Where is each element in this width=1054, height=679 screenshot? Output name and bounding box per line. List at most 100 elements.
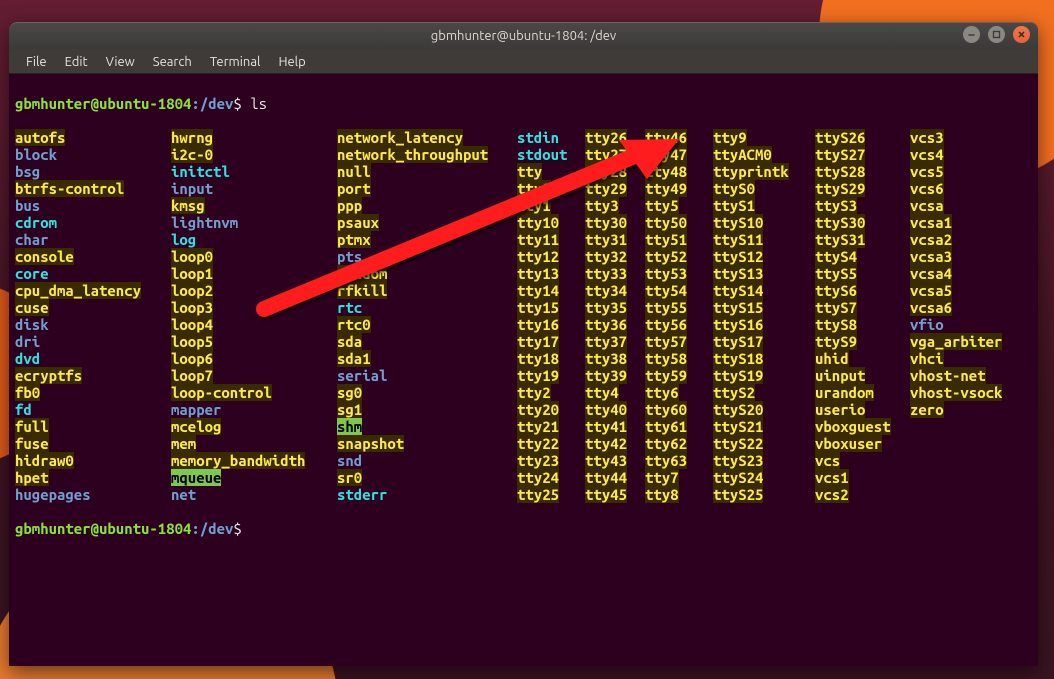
ls-entry: tty13 (517, 265, 585, 282)
ls-entry: tty30 (585, 214, 645, 231)
ls-row: hugepagesnetstderrtty25tty45tty8ttyS25vc… (15, 486, 1032, 503)
ls-entry: vcsa4 (910, 265, 1030, 282)
ls-entry: cpu_dma_latency (15, 282, 171, 299)
ls-entry: tty45 (585, 486, 645, 503)
prompt-user-host: gbmhunter@ubuntu-1804 (15, 95, 191, 112)
ls-entry: ttyS10 (713, 214, 815, 231)
ls-entry: tty18 (517, 350, 585, 367)
ls-row: hidraw0memory_bandwidthsndtty23tty43tty6… (15, 452, 1032, 469)
ls-entry: memory_bandwidth (171, 452, 337, 469)
ls-entry: shm (337, 418, 517, 435)
ls-entry: tty41 (585, 418, 645, 435)
ls-entry: vga_arbiter (910, 333, 1030, 350)
prompt-colon: : (191, 95, 199, 112)
ls-entry: tty8 (645, 486, 713, 503)
ls-entry: rtc0 (337, 316, 517, 333)
ls-entry: ttyS26 (815, 129, 910, 146)
ls-entry: vcsa5 (910, 282, 1030, 299)
menu-view[interactable]: View (97, 52, 144, 72)
ls-entry: ttyS19 (713, 367, 815, 384)
ls-row: blocki2c-0network_throughputstdouttty27t… (15, 146, 1032, 163)
ls-row: bsginitctlnullttytty28tty48ttyprintkttyS… (15, 163, 1032, 180)
ls-entry: tty2 (517, 384, 585, 401)
ls-entry: block (15, 146, 171, 163)
ls-row: charlogptmxtty11tty31tty51ttyS11ttyS31vc… (15, 231, 1032, 248)
prompt-line-1: gbmhunter@ubuntu-1804:/dev$ ls (15, 95, 1032, 112)
ls-entry: tty14 (517, 282, 585, 299)
ls-entry: tty19 (517, 367, 585, 384)
ls-entry: ttyS3 (815, 197, 910, 214)
ls-entry: tty (517, 163, 585, 180)
ls-entry: input (171, 180, 337, 197)
ls-entry: tty34 (585, 282, 645, 299)
ls-entry: log (171, 231, 337, 248)
ls-entry: tty47 (645, 146, 713, 163)
ls-entry: fb0 (15, 384, 171, 401)
ls-entry: vcs4 (910, 146, 1030, 163)
ls-entry: tty11 (517, 231, 585, 248)
menu-search[interactable]: Search (144, 52, 201, 72)
ls-entry: bus (15, 197, 171, 214)
titlebar[interactable]: gbmhunter@ubuntu-1804: /dev (9, 22, 1038, 49)
ls-row: hpetmqueuesr0tty24tty44tty7ttyS24vcs1 (15, 469, 1032, 486)
ls-entry: random (337, 265, 517, 282)
ls-entry: network_throughput (337, 146, 517, 163)
ls-entry: char (15, 231, 171, 248)
ls-entry: ppp (337, 197, 517, 214)
prompt-line-2: gbmhunter@ubuntu-1804:/dev$ (15, 520, 1032, 537)
ls-row: cuseloop3rtctty15tty35tty55ttyS15ttyS7vc… (15, 299, 1032, 316)
terminal-body[interactable]: gbmhunter@ubuntu-1804:/dev$ ls autofshwr… (9, 74, 1038, 666)
ls-entry: ttyS9 (815, 333, 910, 350)
ls-entry: vcsa3 (910, 248, 1030, 265)
ls-entry: sda1 (337, 350, 517, 367)
ls-entry: tty16 (517, 316, 585, 333)
ls-entry: ttyS18 (713, 350, 815, 367)
ls-entry: cuse (15, 299, 171, 316)
ls-entry: tty0 (517, 180, 585, 197)
ls-entry: stderr (337, 486, 517, 503)
ls-entry: tty4 (585, 384, 645, 401)
close-button[interactable] (1013, 26, 1030, 43)
ls-entry: tty33 (585, 265, 645, 282)
ls-entry: null (337, 163, 517, 180)
ls-entry: stdin (517, 129, 585, 146)
ls-entry: network_latency (337, 129, 517, 146)
ls-entry: tty54 (645, 282, 713, 299)
menu-terminal[interactable]: Terminal (201, 52, 270, 72)
ls-entry: tty48 (645, 163, 713, 180)
ls-entry: dri (15, 333, 171, 350)
ls-entry: tty60 (645, 401, 713, 418)
ls-row: fb0loop-controlsg0tty2tty4tty6ttyS2urand… (15, 384, 1032, 401)
ls-entry: tty53 (645, 265, 713, 282)
ls-entry: tty3 (585, 197, 645, 214)
ls-entry: ttyS1 (713, 197, 815, 214)
ls-entry: tty10 (517, 214, 585, 231)
ls-entry: vcs (815, 452, 910, 469)
ls-entry: pts (337, 248, 517, 265)
ls-entry: fd (15, 401, 171, 418)
ls-entry: disk (15, 316, 171, 333)
menu-file[interactable]: File (17, 52, 56, 72)
maximize-button[interactable] (988, 26, 1005, 43)
ls-entry: vhost-vsock (910, 384, 1030, 401)
ls-entry: kmsg (171, 197, 337, 214)
ls-entry: tty36 (585, 316, 645, 333)
minimize-button[interactable] (963, 26, 980, 43)
ls-entry: vhci (910, 350, 1030, 367)
close-icon (1017, 30, 1026, 39)
ls-entry: tty17 (517, 333, 585, 350)
ls-row: cpu_dma_latencyloop2rfkilltty14tty34tty5… (15, 282, 1032, 299)
ls-entry: loop3 (171, 299, 337, 316)
ls-entry: hugepages (15, 486, 171, 503)
ls-row: fullmcelogshmtty21tty41tty61ttyS21vboxgu… (15, 418, 1032, 435)
ls-row: fdmappersg1tty20tty40tty60ttyS20userioze… (15, 401, 1032, 418)
ls-entry: ttyS21 (713, 418, 815, 435)
ls-entry: ttyS15 (713, 299, 815, 316)
ls-entry: uinput (815, 367, 910, 384)
ls-entry: bsg (15, 163, 171, 180)
ls-entry: ttyS25 (713, 486, 815, 503)
ls-entry: vboxuser (815, 435, 910, 452)
ls-row: coreloop1randomtty13tty33tty53ttyS13ttyS… (15, 265, 1032, 282)
menu-help[interactable]: Help (269, 52, 314, 72)
menu-edit[interactable]: Edit (56, 52, 97, 72)
